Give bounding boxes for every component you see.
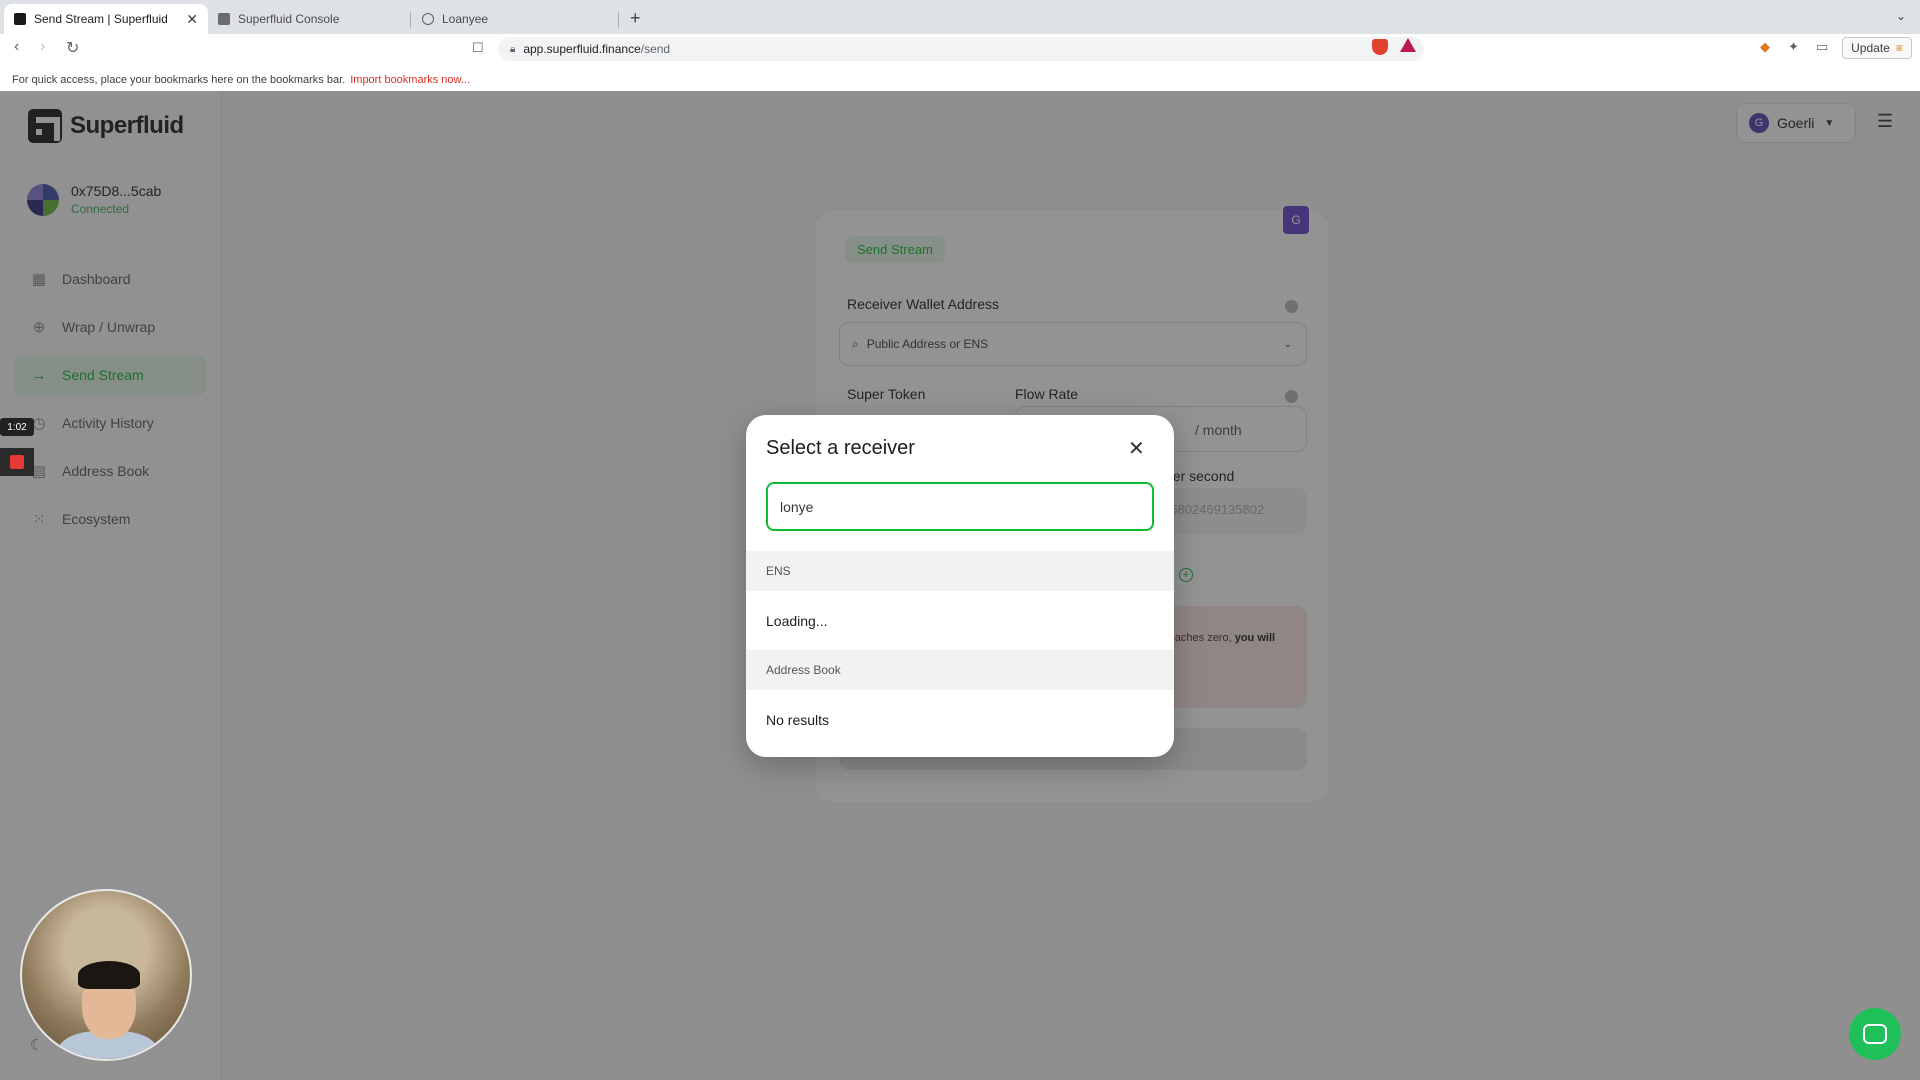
reload-icon[interactable]: ↻ — [66, 38, 79, 58]
url-path: /send — [640, 42, 671, 56]
address-book-section-header: Address Book — [746, 650, 1174, 690]
back-icon[interactable]: ‹ — [14, 38, 19, 56]
address-row: ‹ › ↻ ☐ 🔒︎ app.superfluid.finance/send ◆… — [0, 34, 1920, 62]
browser-tab-send-stream[interactable]: Send Stream | Superfluid ✕ — [4, 4, 208, 34]
new-tab-icon[interactable]: + — [630, 8, 641, 29]
webcam-person-hair — [78, 961, 140, 989]
chat-icon — [1863, 1024, 1887, 1044]
address-book-no-results: No results — [766, 712, 830, 728]
tab-separator — [410, 12, 411, 28]
extensions-icon[interactable]: ✦ — [1788, 39, 1799, 55]
tab-title: Loanyee — [442, 12, 489, 26]
bookmark-icon[interactable]: ☐ — [472, 40, 484, 56]
ens-loading-text: Loading... — [766, 613, 828, 629]
tab-title: Send Stream | Superfluid — [34, 12, 168, 26]
superfluid-favicon-icon — [218, 13, 230, 25]
brave-shield-icon[interactable] — [1372, 39, 1388, 55]
select-receiver-dialog: Select a receiver ✕ ENS Loading... Addre… — [746, 415, 1174, 757]
url-host: app.superfluid.finance — [523, 42, 641, 56]
dialog-title: Select a receiver — [766, 437, 915, 459]
webcam-bubble — [20, 889, 192, 1061]
recording-timer: 1:02 — [0, 418, 34, 436]
stop-recording-button[interactable] — [0, 448, 34, 476]
browser-toolbar: ‹ › ↻ ☐ 🔒︎ app.superfluid.finance/send ◆… — [0, 34, 1920, 96]
menu-icon: ≡ — [1895, 41, 1903, 55]
tab-separator — [618, 12, 619, 28]
support-chat-button[interactable] — [1849, 1008, 1901, 1060]
wallet-icon[interactable]: ▭ — [1816, 39, 1828, 55]
close-icon[interactable]: ✕ — [1128, 439, 1145, 459]
tab-title: Superfluid Console — [238, 12, 340, 26]
browser-tabstrip: Send Stream | Superfluid ✕ Superfluid Co… — [0, 0, 1920, 34]
lock-icon: 🔒︎ — [510, 43, 516, 55]
tab-search-chevron-icon[interactable]: ⌄ — [1896, 9, 1906, 23]
globe-icon — [422, 13, 434, 25]
browser-tab-loanyee[interactable]: Loanyee — [412, 4, 612, 34]
forward-icon[interactable]: › — [40, 38, 45, 56]
metamask-icon[interactable]: ◆ — [1760, 39, 1770, 55]
import-bookmarks-link[interactable]: Import bookmarks now... — [350, 74, 470, 86]
update-button[interactable]: Update ≡ — [1842, 37, 1912, 59]
stop-icon — [10, 455, 24, 469]
bookmarks-message: For quick access, place your bookmarks h… — [12, 73, 346, 86]
browser-tab-superfluid-console[interactable]: Superfluid Console — [208, 4, 408, 34]
superfluid-favicon-icon — [14, 13, 26, 25]
receiver-search-input[interactable] — [766, 482, 1154, 531]
update-label: Update — [1851, 41, 1890, 55]
address-bar[interactable]: 🔒︎ app.superfluid.finance/send — [498, 37, 1424, 61]
ens-section-header: ENS — [746, 551, 1174, 591]
tab-close-icon[interactable]: ✕ — [186, 11, 198, 28]
brave-rewards-icon[interactable] — [1400, 38, 1416, 52]
